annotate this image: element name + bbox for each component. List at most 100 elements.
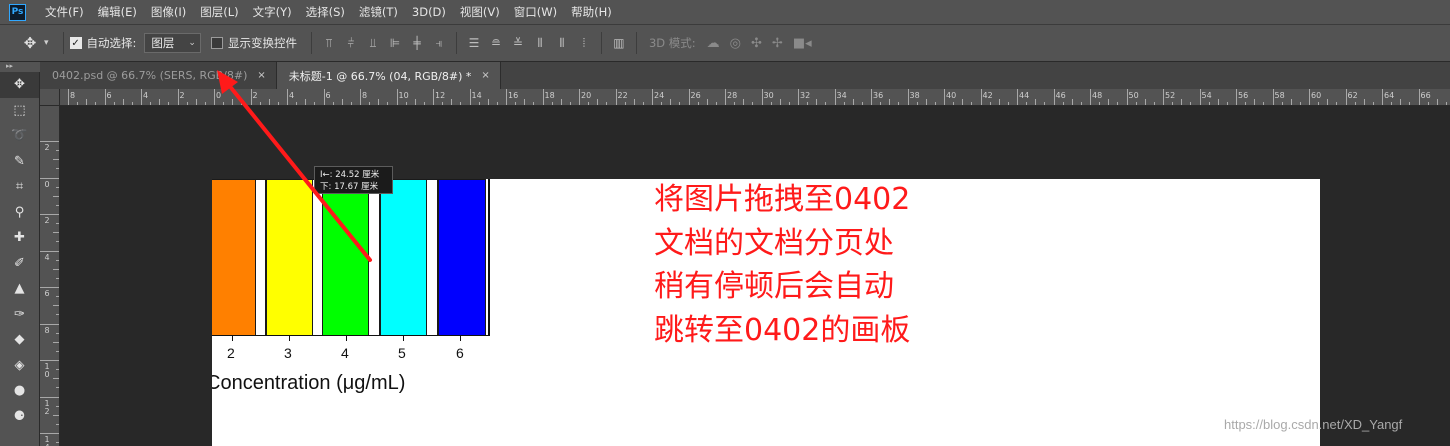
ruler-tick xyxy=(633,99,635,105)
menu-filter[interactable]: 滤镜(T) xyxy=(352,4,405,20)
ruler-tick xyxy=(1108,99,1110,105)
align-left-icon[interactable]: ⊫ xyxy=(385,33,405,53)
3d-orbit-icon[interactable]: ☁ xyxy=(707,36,720,51)
align-horizontal-center-icon[interactable]: ╪ xyxy=(407,33,427,53)
3d-camera-icon[interactable]: ■◂ xyxy=(793,36,812,51)
menu-window[interactable]: 窗口(W) xyxy=(507,4,564,20)
photoshop-logo-icon: Ps xyxy=(9,3,26,21)
ruler-tick xyxy=(1035,99,1037,105)
ruler-tick xyxy=(53,414,59,416)
auto-select-checkbox[interactable]: ✓ xyxy=(69,37,82,49)
ruler-tick xyxy=(725,89,726,105)
tool-preset-chevron-icon[interactable]: ▾ xyxy=(44,38,49,48)
ruler-tick xyxy=(953,102,955,105)
blur-tool-icon[interactable]: ● xyxy=(0,378,39,404)
show-transform-checkbox[interactable] xyxy=(210,37,223,49)
eyedropper-tool-icon[interactable]: ⚲ xyxy=(0,200,39,226)
chart-axis-title: Concentration (μg/mL) xyxy=(212,372,406,394)
history-brush-tool-icon[interactable]: ✑ xyxy=(0,302,39,328)
ruler-label: 46 xyxy=(1055,91,1066,100)
crop-tool-icon[interactable]: ⌗ xyxy=(0,174,39,200)
ruler-tick xyxy=(360,89,361,105)
brush-tool-icon[interactable]: ✐ xyxy=(0,251,39,277)
ruler-tick xyxy=(761,89,763,105)
distribute-bottom-icon[interactable]: ≚ xyxy=(508,33,528,53)
menu-3d[interactable]: 3D(D) xyxy=(405,5,453,19)
move-tool-icon[interactable]: ✥ xyxy=(0,72,39,98)
ruler-tick xyxy=(998,99,1000,105)
healing-brush-tool-icon[interactable]: ✚ xyxy=(0,225,39,251)
paint-bucket-tool-icon[interactable]: ◈ xyxy=(0,353,39,379)
menu-help[interactable]: 帮助(H) xyxy=(564,4,619,20)
ruler-tick xyxy=(95,102,97,105)
ruler-label: 42 xyxy=(982,91,993,100)
clone-stamp-tool-icon[interactable]: ▲ xyxy=(0,276,39,302)
move-tool-icon[interactable]: ✥ xyxy=(20,34,40,52)
distribute-vertical-center-icon[interactable]: ≘ xyxy=(486,33,506,53)
menu-layer[interactable]: 图层(L) xyxy=(193,4,245,20)
watermark: https://blog.csdn.net/XD_Yangf xyxy=(1224,417,1403,432)
tooltip-line-y: 下: 17.67 厘米 xyxy=(320,182,379,192)
align-bottom-icon[interactable]: ⫫ xyxy=(363,33,383,53)
ruler-tick xyxy=(53,159,59,161)
menu-type[interactable]: 文字(Y) xyxy=(246,4,299,20)
ruler-tick xyxy=(56,387,59,389)
chart-bar-cyan xyxy=(380,179,427,336)
ruler-tick xyxy=(77,102,79,105)
ruler-origin[interactable] xyxy=(40,89,60,106)
align-right-icon[interactable]: ⫣ xyxy=(429,33,449,53)
auto-align-layers-icon[interactable]: ▥ xyxy=(609,33,629,53)
ruler-tick xyxy=(1190,102,1192,105)
lasso-tool-icon[interactable]: ➰ xyxy=(0,123,39,149)
vertical-ruler[interactable]: 2 0 2 4 6 8 1 0 1 2 1 4 xyxy=(40,89,60,446)
chart-bar-gap xyxy=(255,179,266,336)
tab-0402[interactable]: 0402.psd @ 66.7% (SERS, RGB/8#) × xyxy=(40,62,277,89)
quick-selection-tool-icon[interactable]: ✎ xyxy=(0,149,39,175)
ruler-tick xyxy=(223,102,225,105)
ruler-label: 54 xyxy=(1201,91,1212,100)
tab-untitled-1[interactable]: 未标题-1 @ 66.7% (04, RGB/8#) * × xyxy=(276,62,501,89)
menu-image[interactable]: 图像(I) xyxy=(144,4,193,20)
3d-pan-icon[interactable]: ✣ xyxy=(751,36,762,51)
distribute-top-icon[interactable]: ☰ xyxy=(464,33,484,53)
menu-select[interactable]: 选择(S) xyxy=(299,4,352,20)
marquee-tool-icon[interactable]: ⬚ xyxy=(0,98,39,124)
ruler-label: 8 xyxy=(44,325,50,335)
toolbar-collapse-icon[interactable]: ▸▸ xyxy=(0,62,40,72)
horizontal-ruler[interactable]: 8 6 4 2 0 2 4 6 8 10 12 14 16 18 20 22 24 26 28 30 32 34 36 38 4… xyxy=(60,89,1450,106)
ruler-tick xyxy=(843,102,845,105)
close-icon[interactable]: × xyxy=(481,70,489,81)
close-icon[interactable]: × xyxy=(257,70,265,81)
ruler-tick xyxy=(1144,99,1146,105)
chart-tick-label: 3 xyxy=(284,345,292,361)
distribute-horizontal-center-icon[interactable]: ⫴ xyxy=(552,33,572,53)
ruler-tick xyxy=(204,102,206,105)
align-top-icon[interactable]: ⫪ xyxy=(319,33,339,53)
menu-file[interactable]: 文件(F) xyxy=(38,4,91,20)
ruler-tick xyxy=(40,396,59,398)
ruler-tick xyxy=(1071,99,1073,105)
ruler-tick xyxy=(56,204,59,206)
3d-slide-icon[interactable]: ✢ xyxy=(772,36,783,51)
distribute-right-icon[interactable]: ⦙ xyxy=(574,33,594,53)
ruler-tick xyxy=(1044,102,1046,105)
menu-edit[interactable]: 编辑(E) xyxy=(91,4,144,20)
ruler-label: 32 xyxy=(800,91,811,100)
ruler-label: 66 xyxy=(1420,91,1431,100)
ruler-tick xyxy=(880,102,882,105)
ruler-label: 12 xyxy=(435,91,446,100)
dodge-tool-icon[interactable]: ⚈ xyxy=(0,404,39,430)
distribute-left-icon[interactable]: ⦀ xyxy=(530,33,550,53)
menu-view[interactable]: 视图(V) xyxy=(453,4,507,20)
ruler-tick xyxy=(1272,89,1274,105)
align-vertical-center-icon[interactable]: ⫩ xyxy=(341,33,361,53)
auto-select-target-dropdown[interactable]: 图层 ⌄ xyxy=(144,33,201,53)
tooltip-line-x: I←: 24.52 厘米 xyxy=(320,170,380,180)
eraser-tool-icon[interactable]: ◆ xyxy=(0,327,39,353)
3d-roll-icon[interactable]: ◎ xyxy=(730,36,741,51)
ruler-label: 4 xyxy=(44,252,50,262)
ruler-tick xyxy=(1345,89,1347,105)
ruler-label: 16 xyxy=(508,91,519,100)
ruler-label: 44 xyxy=(1019,91,1030,100)
ruler-label: 6 xyxy=(106,91,112,100)
